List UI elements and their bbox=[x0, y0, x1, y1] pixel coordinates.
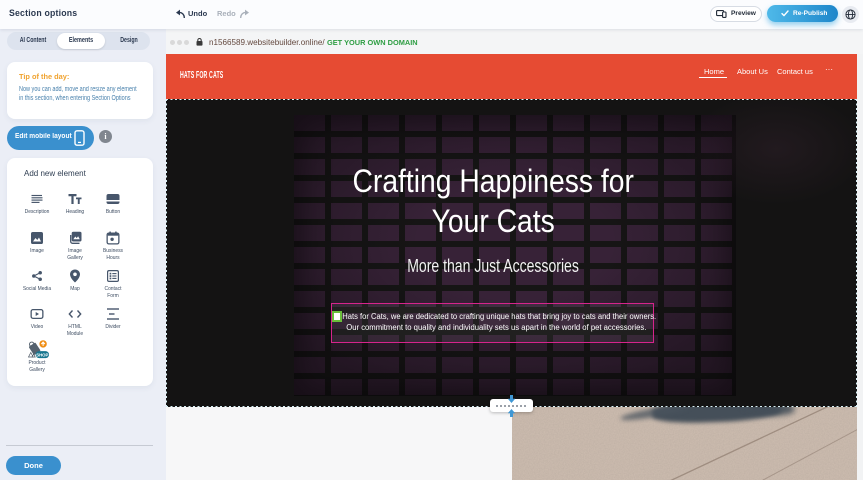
svg-text:SHOP: SHOP bbox=[36, 352, 48, 357]
